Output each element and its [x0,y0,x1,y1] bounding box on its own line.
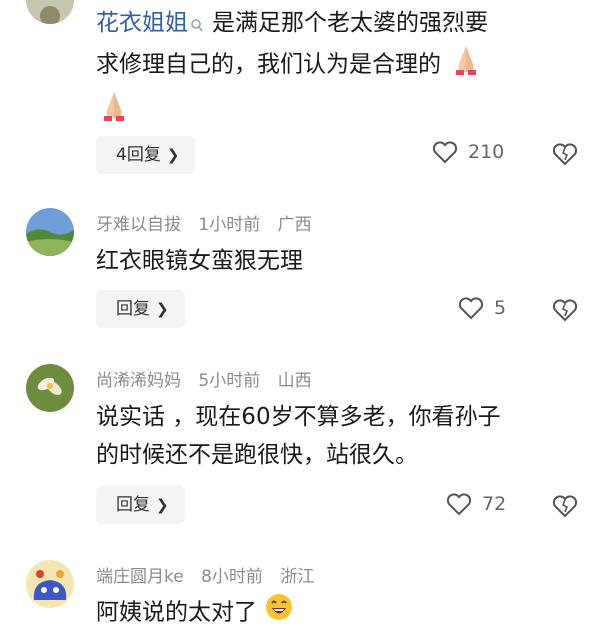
author-name[interactable]: 端庄圆月ke [96,567,184,587]
author-name[interactable]: 花衣姐姐 [96,10,188,36]
comment-region: 浙江 [280,567,315,587]
chevron-right-icon: ❯ [156,496,169,514]
avatar[interactable] [26,364,74,412]
comment-text: 阿姨说的太对了 [96,599,257,626]
dislike-button[interactable] [552,142,578,168]
praying-hands-icon [448,42,484,88]
comment-4: 端庄圆月ke 8小时前 浙江 阿姨说的太对了 [0,552,613,640]
like-button[interactable]: 72 [446,492,506,516]
comment-text: 是满足那个老太婆的强烈要 [212,10,488,36]
comment-region: 山西 [277,371,312,391]
comment-meta: 端庄圆月ke 8小时前 浙江 [96,562,326,587]
like-count: 72 [482,493,507,515]
chevron-right-icon: ❯ [166,146,180,164]
heart-outline-icon [432,141,458,164]
reply-label: 回复 [116,299,150,319]
avatar[interactable] [26,560,74,608]
heart-outline-icon [446,493,472,516]
comment-text: 红衣眼镜女蛮狠无理 [96,248,303,274]
reply-button[interactable]: 回复 ❯ [96,486,185,524]
reply-label: 回复 [116,495,150,515]
reply-button[interactable]: 4回复 ❯ [96,136,196,174]
broken-heart-icon [552,299,578,322]
laughing-face-icon [264,592,294,634]
dislike-button[interactable] [552,494,578,520]
dislike-button[interactable] [552,298,578,324]
comment-meta: 牙难以自拔 1小时前 广西 [96,210,324,235]
reply-label: 4回复 [116,145,161,165]
comment-2: 牙难以自拔 1小时前 广西 红衣眼镜女蛮狠无理 回复 ❯ 5 [0,200,613,350]
comment-time: 1小时前 [198,215,261,235]
like-button[interactable]: 210 [432,140,504,164]
comment-text: 的时候还不是跑很快，站很久。 [96,442,418,468]
comment-1: 花衣姐姐 是满足那个老太婆的强烈要 求修理自己的，我们认为是合理的 4回复 ❯ … [0,0,613,180]
chevron-right-icon: ❯ [156,300,169,318]
comment-region: 广西 [277,215,312,235]
comment-text: 说实话 ，现在60岁不算多老，你看孙子 [96,404,501,430]
comment-body: 阿姨说的太对了 [96,592,586,634]
author-name[interactable]: 牙难以自拔 [96,215,181,235]
reply-button[interactable]: 回复 ❯ [96,290,185,328]
author-name[interactable]: 尚浠浠妈妈 [96,371,181,391]
comment-body: 说实话 ，现在60岁不算多老，你看孙子 的时候还不是跑很快，站很久。 [96,398,586,474]
heart-outline-icon [458,297,484,320]
broken-heart-icon [552,143,578,166]
comment-text: 求修理自己的，我们认为是合理的 [96,51,441,78]
comment-meta: 尚浠浠妈妈 5小时前 山西 [96,366,324,391]
like-button[interactable]: 5 [458,296,506,320]
comment-body: 花衣姐姐 是满足那个老太婆的强烈要 求修理自己的，我们认为是合理的 [96,4,586,134]
comment-time: 8小时前 [201,567,263,587]
like-count: 210 [468,141,505,163]
broken-heart-icon [552,495,578,518]
comment-3: 尚浠浠妈妈 5小时前 山西 说实话 ，现在60岁不算多老，你看孙子 的时候还不是… [0,356,613,546]
like-count: 5 [494,297,507,319]
comment-time: 5小时前 [198,371,261,391]
avatar[interactable] [26,208,74,256]
avatar[interactable] [26,0,74,24]
praying-hands-icon [96,88,132,134]
search-badge-icon [190,8,204,32]
